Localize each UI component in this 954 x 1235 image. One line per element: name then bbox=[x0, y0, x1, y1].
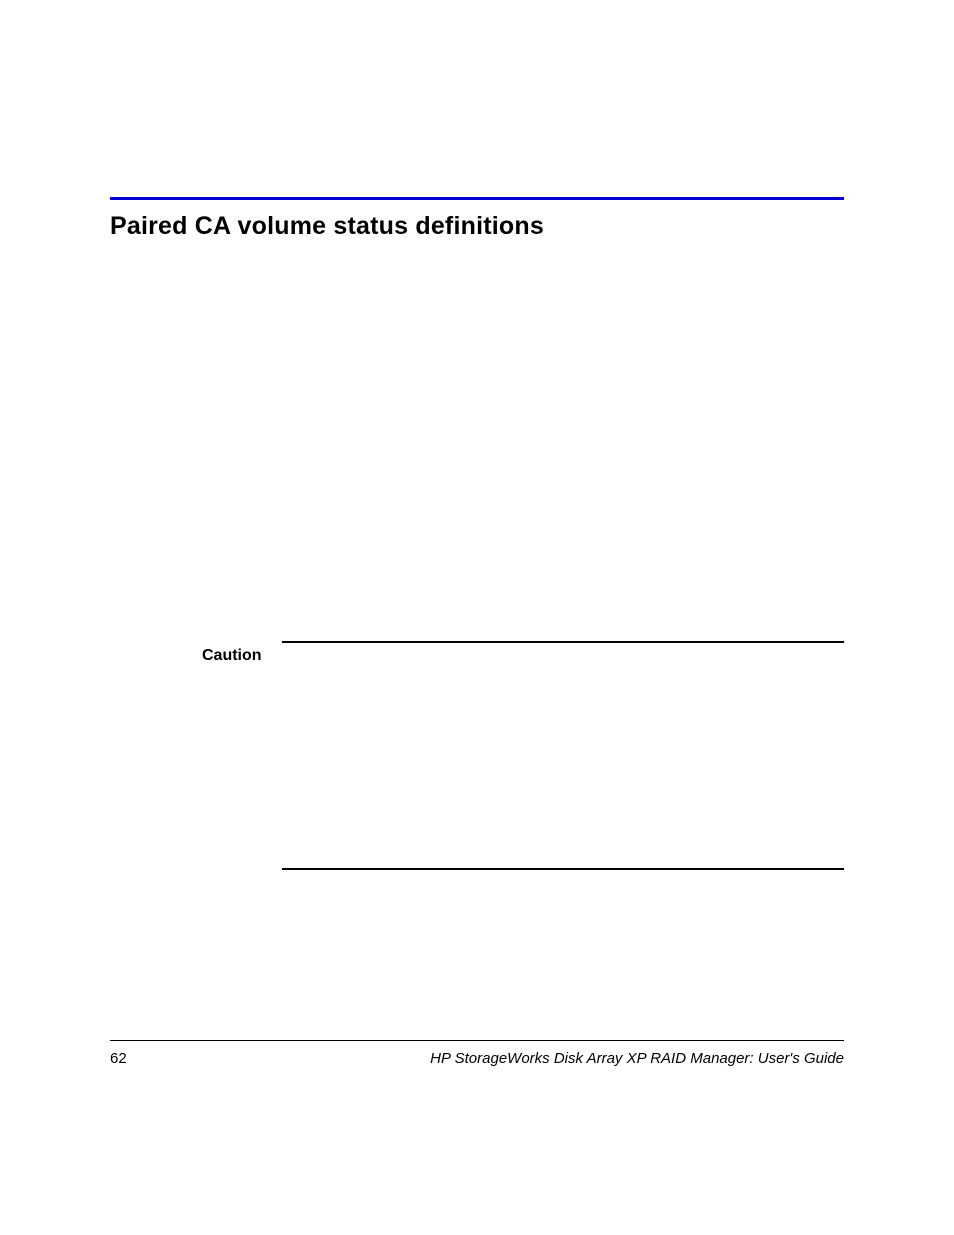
page-content: Paired CA volume status definitions Caut… bbox=[110, 0, 844, 1235]
page-footer: 62 HP StorageWorks Disk Array XP RAID Ma… bbox=[110, 1050, 844, 1067]
section-rule-blue bbox=[110, 197, 844, 200]
section-heading: Paired CA volume status definitions bbox=[110, 212, 544, 241]
page-number: 62 bbox=[110, 1050, 127, 1067]
caution-label: Caution bbox=[202, 647, 262, 665]
caution-top-rule bbox=[282, 641, 844, 643]
footer-book-title: HP StorageWorks Disk Array XP RAID Manag… bbox=[430, 1050, 844, 1067]
caution-bottom-rule bbox=[282, 868, 844, 870]
footer-rule bbox=[110, 1040, 844, 1041]
